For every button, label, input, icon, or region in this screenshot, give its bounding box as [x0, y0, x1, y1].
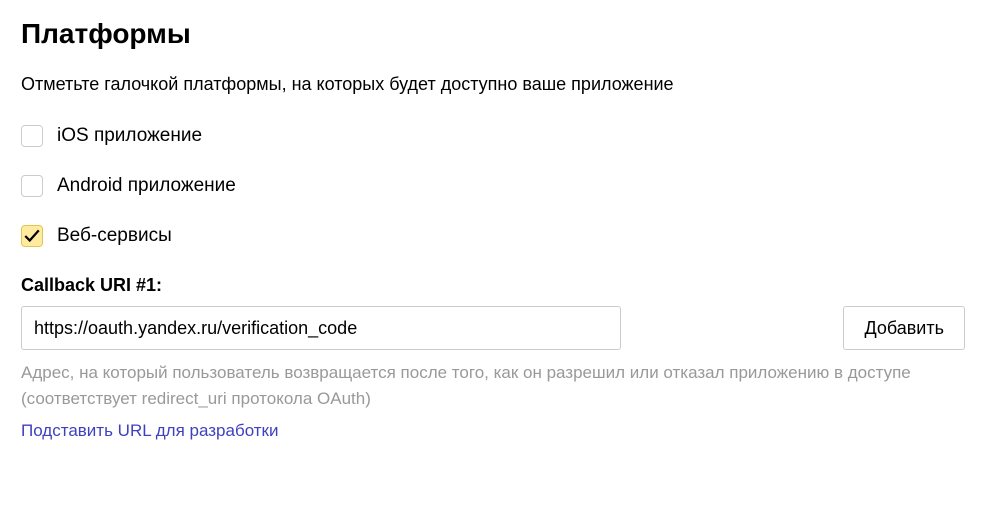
add-button[interactable]: Добавить	[843, 306, 965, 350]
callback-uri-input[interactable]	[21, 306, 621, 350]
platform-row-ios: iOS приложение	[21, 125, 965, 147]
dev-url-link[interactable]: Подставить URL для разработки	[21, 421, 965, 441]
platform-row-android: Android приложение	[21, 175, 965, 197]
checkbox-web[interactable]	[21, 225, 43, 247]
checkbox-android[interactable]	[21, 175, 43, 197]
checkbox-label-web[interactable]: Веб-сервисы	[57, 225, 172, 247]
checkbox-label-ios[interactable]: iOS приложение	[57, 125, 202, 147]
page-subtext: Отметьте галочкой платформы, на которых …	[21, 74, 965, 95]
platform-row-web: Веб-сервисы	[21, 225, 965, 247]
page-heading: Платформы	[21, 18, 965, 50]
callback-label: Callback URI #1:	[21, 275, 965, 296]
callback-input-row: Добавить	[21, 306, 965, 350]
checkbox-ios[interactable]	[21, 125, 43, 147]
checkbox-label-android[interactable]: Android приложение	[57, 175, 236, 197]
check-icon	[23, 227, 41, 245]
callback-help-text: Адрес, на который пользователь возвращае…	[21, 360, 965, 411]
